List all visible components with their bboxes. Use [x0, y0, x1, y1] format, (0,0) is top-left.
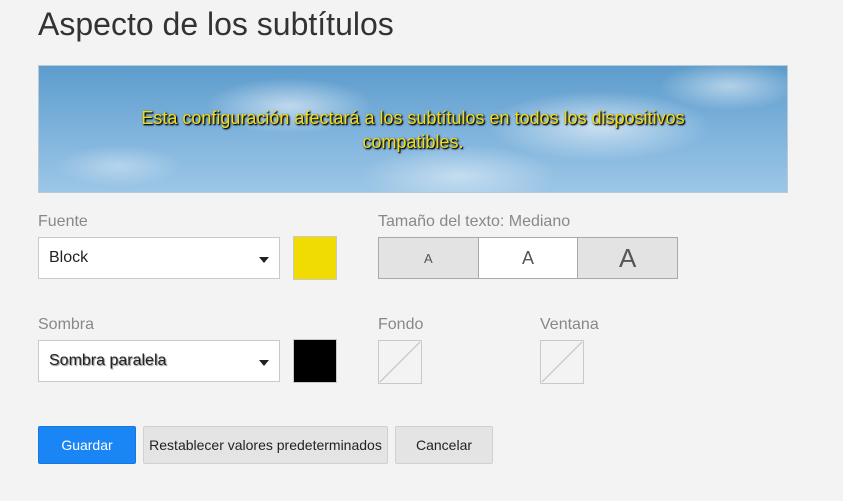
font-select-value: Block [49, 249, 89, 266]
no-color-icon [541, 341, 583, 383]
text-size-medium[interactable]: A [478, 238, 579, 278]
page-title: Aspecto de los subtítulos [38, 6, 394, 42]
reset-defaults-button[interactable]: Restablecer valores predeterminados [143, 426, 388, 464]
text-size-label: Tamaño del texto: Mediano [378, 213, 571, 230]
window-label: Ventana [540, 316, 599, 333]
shadow-label: Sombra [38, 316, 95, 333]
subtitle-preview: Esta configuración afectará a los subtít… [38, 65, 788, 193]
text-size-group: A A A [378, 237, 678, 279]
no-color-icon [379, 341, 421, 383]
background-color-swatch[interactable] [378, 340, 422, 384]
window-color-swatch[interactable] [540, 340, 584, 384]
chevron-down-icon [259, 360, 269, 366]
background-label: Fondo [378, 316, 424, 333]
chevron-down-icon [259, 257, 269, 263]
save-button[interactable]: Guardar [38, 426, 136, 464]
font-select[interactable]: Block [38, 237, 280, 279]
font-label: Fuente [38, 213, 88, 230]
shadow-select-value: Sombra paralela [49, 352, 167, 369]
shadow-color-swatch[interactable] [293, 339, 337, 383]
cancel-button[interactable]: Cancelar [395, 426, 493, 464]
preview-text: Esta configuración afectará a los subtít… [141, 108, 685, 152]
text-size-small[interactable]: A [379, 238, 479, 278]
font-color-swatch[interactable] [293, 236, 337, 280]
text-size-large[interactable]: A [578, 238, 678, 278]
shadow-select[interactable]: Sombra paralela [38, 340, 280, 382]
